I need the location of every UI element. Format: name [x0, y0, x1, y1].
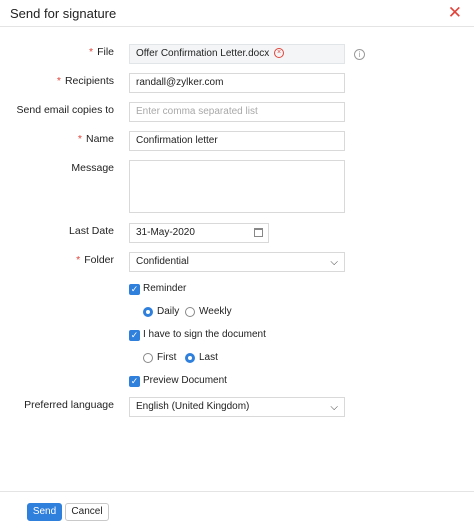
copies-label: Send email copies to: [16, 104, 114, 116]
send-button[interactable]: Send: [27, 503, 62, 521]
last-radio[interactable]: [185, 353, 195, 363]
last-date-input[interactable]: 31-May-2020: [129, 223, 269, 243]
recipients-label: * Recipients: [56, 75, 114, 87]
folder-select[interactable]: Confidential ⌵: [129, 252, 345, 272]
last-date-label: Last Date: [69, 225, 114, 237]
folder-value: Confidential: [136, 256, 189, 267]
self-sign-label: I have to sign the document: [143, 329, 266, 340]
file-label: * File: [88, 46, 114, 58]
message-label: Message: [71, 162, 114, 174]
file-field: Offer Confirmation Letter.docx ×: [129, 44, 345, 64]
name-input[interactable]: Confirmation letter: [129, 131, 345, 151]
weekly-label: Weekly: [199, 306, 232, 317]
preview-checkbox[interactable]: ✓: [129, 376, 140, 387]
language-value: English (United Kingdom): [136, 401, 250, 412]
reminder-label: Reminder: [143, 283, 187, 294]
first-label: First: [157, 352, 177, 363]
cancel-button[interactable]: Cancel: [65, 503, 109, 521]
chevron-down-icon: ⌵: [330, 257, 338, 268]
reminder-checkbox[interactable]: ✓: [129, 284, 140, 295]
message-textarea[interactable]: [129, 160, 345, 213]
dialog-header: Send for signature ✕: [0, 0, 474, 27]
file-name: Offer Confirmation Letter.docx: [136, 48, 270, 59]
copies-input[interactable]: Enter comma separated list: [129, 102, 345, 122]
last-date-value: 31-May-2020: [136, 227, 195, 238]
recipients-input[interactable]: randall@zylker.com: [129, 73, 345, 93]
close-icon[interactable]: ✕: [448, 3, 462, 23]
required-mark: *: [56, 75, 61, 87]
language-select[interactable]: English (United Kingdom) ⌵: [129, 397, 345, 417]
dialog-footer: Send Cancel: [0, 491, 474, 529]
first-radio[interactable]: [143, 353, 153, 363]
daily-radio[interactable]: [143, 307, 153, 317]
name-label: * Name: [77, 133, 114, 145]
language-label: Preferred language: [24, 399, 114, 411]
calendar-icon[interactable]: [254, 228, 263, 237]
folder-label: * Folder: [76, 254, 114, 266]
remove-file-icon[interactable]: ×: [274, 48, 284, 59]
info-icon[interactable]: i: [354, 49, 365, 60]
preview-label: Preview Document: [143, 375, 227, 386]
last-label: Last: [199, 352, 218, 363]
required-mark: *: [88, 46, 94, 58]
chevron-down-icon: ⌵: [330, 402, 338, 413]
daily-label: Daily: [157, 306, 180, 317]
dialog-title: Send for signature: [10, 6, 117, 21]
required-mark: *: [77, 133, 82, 145]
required-mark: *: [76, 254, 81, 266]
self-sign-checkbox[interactable]: ✓: [129, 330, 140, 341]
weekly-radio[interactable]: [185, 307, 195, 317]
